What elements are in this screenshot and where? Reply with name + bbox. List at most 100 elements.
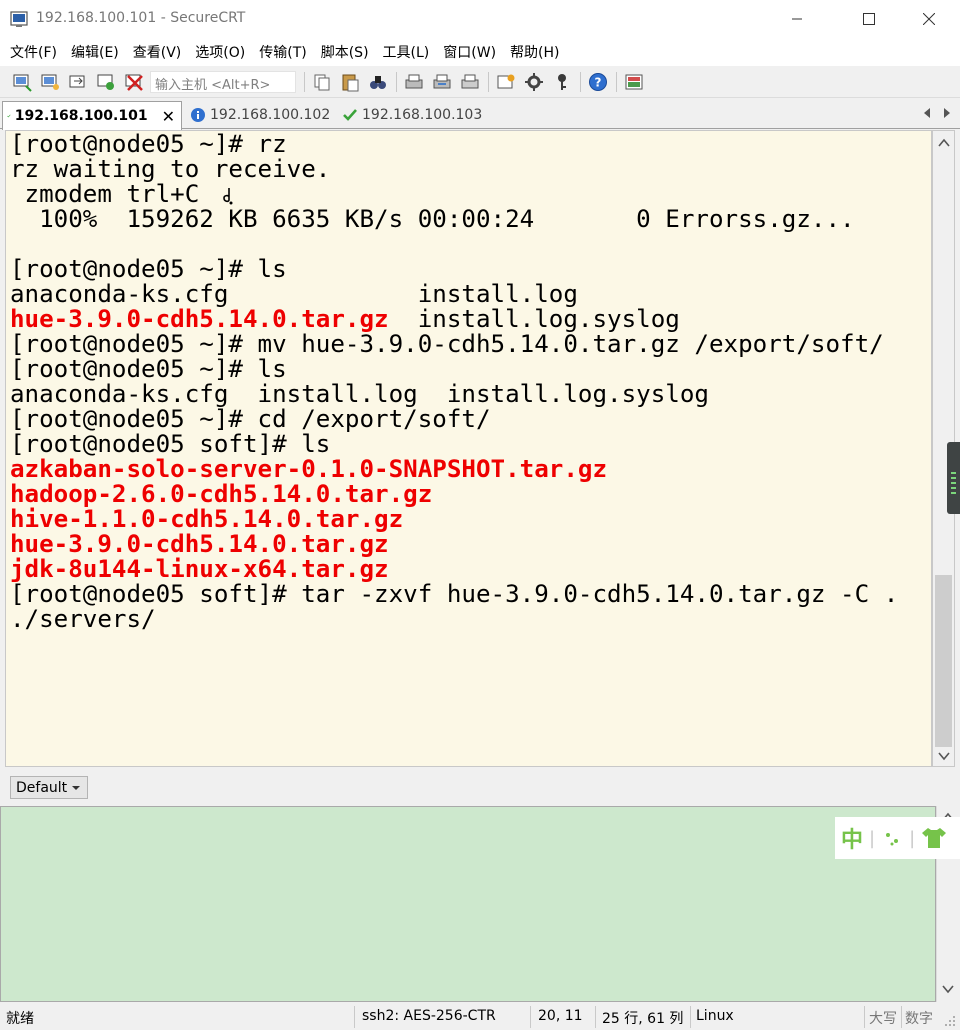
tab-scroll-right-icon[interactable]: [942, 107, 952, 119]
terminal-line: [root@node05 soft]# ls: [10, 430, 331, 458]
terminal-line: anaconda-ks.cfg install.log install.log.…: [10, 380, 709, 408]
terminal-line: zmodem trl+C: [10, 180, 200, 208]
terminal-line: ./servers/: [10, 605, 156, 633]
command-window-input[interactable]: [0, 806, 936, 1002]
archive-filename: azkaban-solo-server-0.1.0-SNAPSHOT.tar.g…: [10, 455, 608, 483]
reconnect-icon[interactable]: [96, 72, 116, 92]
session-select[interactable]: Default: [10, 776, 88, 799]
copy-icon[interactable]: [312, 72, 332, 92]
terminal-line: [root@node05 ~]# mv hue-3.9.0-cdh5.14.0.…: [10, 330, 884, 358]
tab-192-168-100-101[interactable]: 192.168.100.101 ✕: [2, 101, 182, 130]
terminal-line: [root@node05 ~]# ls: [10, 255, 287, 283]
maximize-icon: [863, 13, 875, 25]
help-icon[interactable]: ?: [588, 72, 608, 92]
status-protocol: ssh2: AES-256-CTR: [362, 1008, 496, 1024]
info-icon: [191, 108, 205, 122]
toolbar-separator: [580, 72, 581, 92]
ime-mode[interactable]: 中: [841, 822, 863, 854]
ime-toolbar[interactable]: 中 | |: [835, 817, 960, 859]
status-separator: [864, 1006, 865, 1028]
global-options-icon[interactable]: [524, 72, 544, 92]
tab-close-icon[interactable]: ✕: [162, 107, 175, 126]
status-separator: [354, 1006, 355, 1028]
grip-dot: [951, 472, 956, 474]
menu-file[interactable]: 文件(F): [10, 42, 57, 62]
tab-scroll-left-icon[interactable]: [922, 107, 932, 119]
tab-192-168-100-102[interactable]: 192.168.100.102: [186, 101, 336, 129]
status-caps-lock: 大写: [869, 1011, 897, 1027]
mouse-cursor-icon: [223, 188, 233, 205]
terminal-text: install.log.syslog: [388, 305, 680, 333]
punctuation-icon[interactable]: [881, 827, 903, 849]
tab-192-168-100-103[interactable]: 192.168.100.103: [338, 101, 488, 129]
menu-help[interactable]: 帮助(H): [510, 42, 559, 62]
grip-dot: [951, 477, 956, 479]
archive-filename: hue-3.9.0-cdh5.14.0.tar.gz: [10, 305, 389, 333]
status-bar: 就绪 ssh2: AES-256-CTR 20, 11 25 行, 61 列 L…: [0, 1003, 960, 1030]
find-icon[interactable]: [368, 72, 388, 92]
close-button[interactable]: [906, 0, 952, 38]
menu-options[interactable]: 选项(O): [195, 42, 245, 62]
screenshot-icon[interactable]: [624, 72, 644, 92]
terminal-line: [root@node05 ~]# cd /export/soft/: [10, 405, 491, 433]
keymap-icon[interactable]: [552, 72, 572, 92]
grip-dot: [951, 492, 956, 494]
tab-label: 192.168.100.102: [210, 107, 331, 123]
toolbar-separator: [488, 72, 489, 92]
ime-separator: |: [869, 827, 876, 849]
terminal-line: rz waiting to receive.: [10, 155, 331, 183]
print-setup-icon[interactable]: [460, 72, 480, 92]
menu-tools[interactable]: 工具(L): [383, 42, 430, 62]
terminal-line: [root@node05 ~]# ls: [10, 355, 287, 383]
scroll-up-icon[interactable]: [938, 138, 950, 148]
host-input[interactable]: 输入主机 <Alt+R>: [150, 71, 296, 93]
toolbar-separator: [304, 72, 305, 92]
close-icon: [923, 13, 935, 25]
chevron-down-icon: [72, 785, 80, 790]
print-icon[interactable]: [404, 72, 424, 92]
archive-filename: hue-3.9.0-cdh5.14.0.tar.gz: [10, 530, 389, 558]
menu-window[interactable]: 窗口(W): [443, 42, 496, 62]
menu-view[interactable]: 查看(V): [133, 42, 182, 62]
paste-icon[interactable]: [340, 72, 360, 92]
grip-dot: [951, 482, 956, 484]
terminal-line: hue-3.9.0-cdh5.14.0.tar.gz install.log.s…: [10, 307, 680, 332]
minimize-button[interactable]: [774, 0, 820, 38]
menu-edit[interactable]: 编辑(E): [71, 42, 119, 62]
print-selection-icon[interactable]: [432, 72, 452, 92]
status-os: Linux: [696, 1008, 734, 1024]
menu-bar: 文件(F) 编辑(E) 查看(V) 选项(O) 传输(T) 脚本(S) 工具(L…: [0, 38, 960, 66]
maximize-button[interactable]: [846, 0, 892, 38]
status-cursor-position: 20, 11: [538, 1008, 583, 1024]
securecrt-app-icon: [10, 11, 28, 27]
status-num-lock: 数字: [905, 1011, 933, 1027]
resize-grip-icon[interactable]: [944, 1015, 956, 1027]
archive-filename: jdk-8u144-linux-x64.tar.gz: [10, 555, 389, 583]
status-ready: 就绪: [6, 1011, 34, 1027]
disconnect-icon[interactable]: [124, 72, 144, 92]
archive-filename: hive-1.1.0-cdh5.14.0.tar.gz: [10, 505, 404, 533]
scroll-down-icon[interactable]: [938, 751, 950, 761]
archive-filename: hadoop-2.6.0-cdh5.14.0.tar.gz: [10, 480, 433, 508]
menu-script[interactable]: 脚本(S): [321, 42, 369, 62]
side-handle[interactable]: [947, 442, 960, 514]
tab-label: 192.168.100.103: [362, 107, 483, 123]
skin-shirt-icon[interactable]: [921, 826, 947, 850]
connect-tab-icon[interactable]: [68, 72, 88, 92]
quick-connect-icon[interactable]: [40, 72, 60, 92]
session-tab-bar: 192.168.100.101 ✕ 192.168.100.102 192.16…: [0, 99, 960, 130]
session-options-icon[interactable]: [496, 72, 516, 92]
scroll-down-icon[interactable]: [942, 984, 954, 994]
terminal-line: [root@node05 soft]# tar -zxvf hue-3.9.0-…: [10, 580, 899, 608]
status-terminal-size: 25 行, 61 列: [602, 1011, 684, 1027]
command-window-panel: Default 中 | |: [0, 770, 960, 1030]
terminal-screen[interactable]: [root@node05 ~]# rz rz waiting to receiv…: [5, 130, 932, 767]
tab-label: 192.168.100.101: [14, 108, 148, 124]
menu-transfer[interactable]: 传输(T): [259, 42, 306, 62]
minimize-icon: [792, 18, 802, 20]
connect-icon[interactable]: [12, 72, 32, 92]
scrollbar-thumb[interactable]: [935, 575, 952, 747]
terminal-line: 100% 159262 KB 6635 KB/s 00:00:24 0 Erro…: [10, 205, 855, 233]
connected-check-icon: [7, 114, 11, 118]
status-separator: [530, 1006, 531, 1028]
